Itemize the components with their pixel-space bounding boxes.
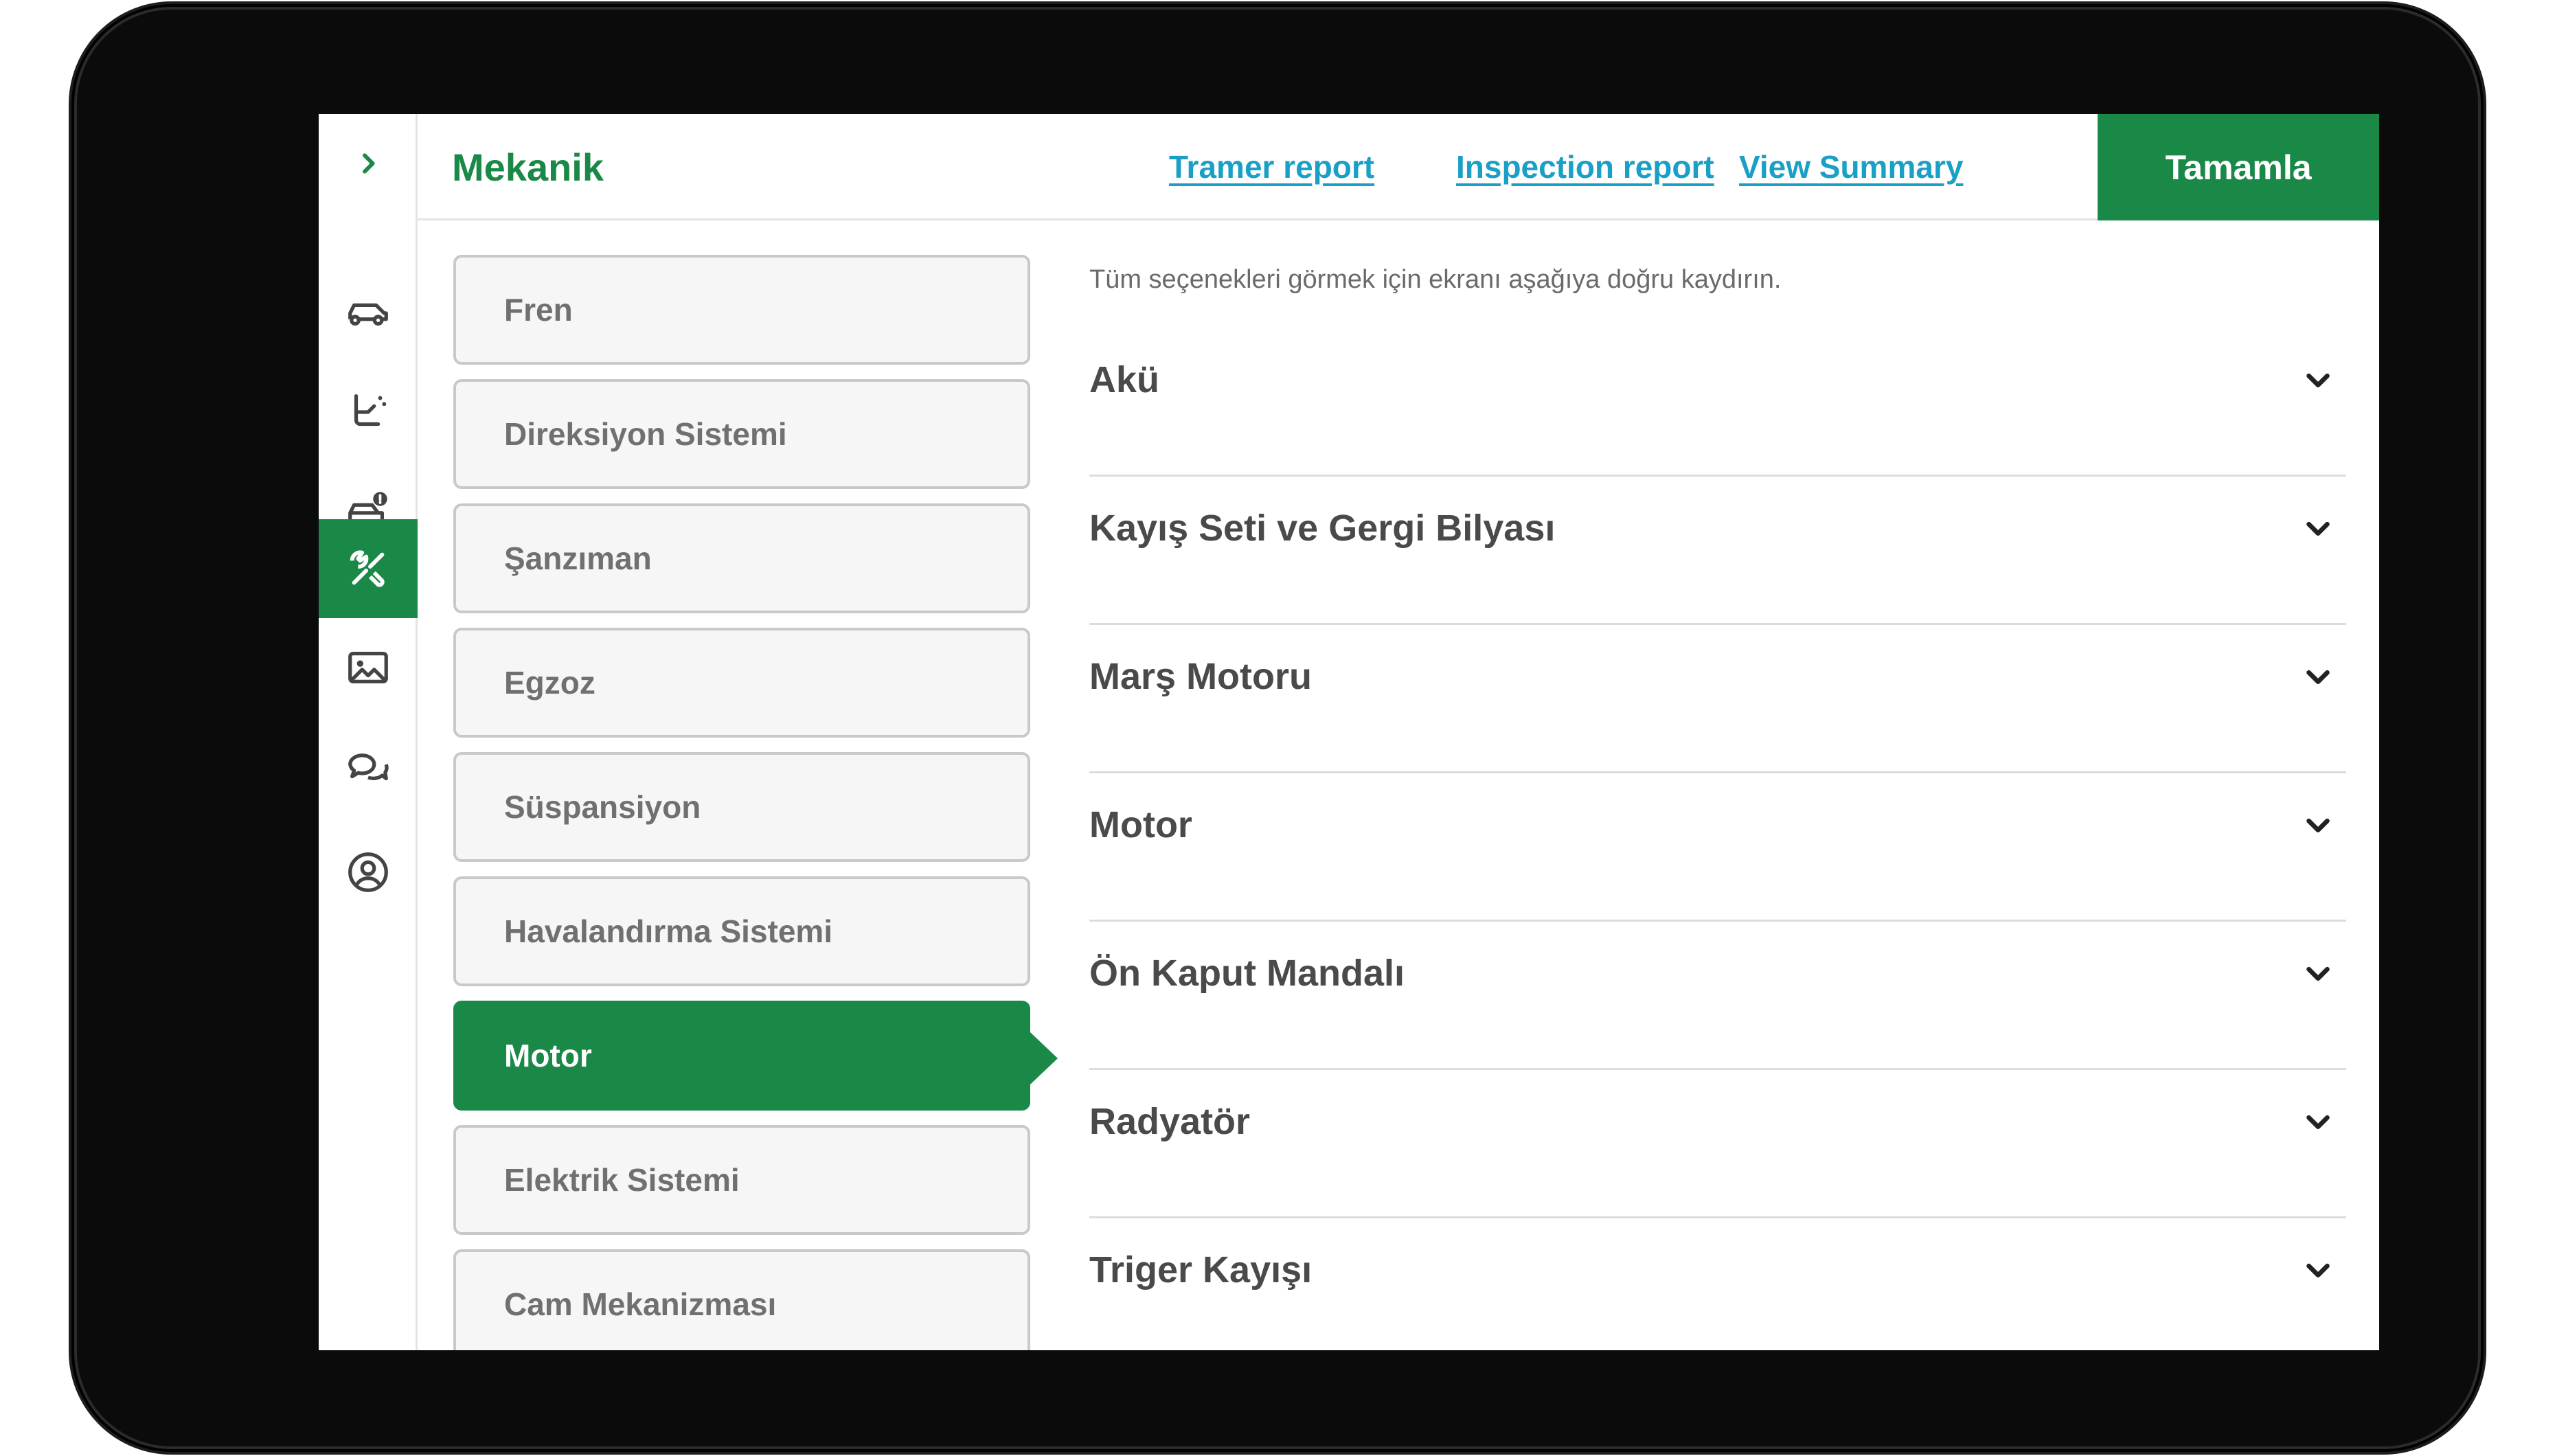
sidebar-item-interior[interactable] (319, 363, 418, 462)
tablet-frame: Mekanik Tramer report Inspection report … (69, 1, 2486, 1455)
user-icon (348, 852, 388, 892)
page-title: Mekanik (452, 146, 604, 189)
car-icon (348, 303, 388, 326)
sidebar-item-mechanic[interactable] (319, 519, 418, 618)
accordion-label: Motor (1089, 804, 1192, 845)
page-header: Mekanik Tramer report Inspection report … (418, 114, 2379, 220)
sidebar-item-vehicle[interactable] (319, 264, 418, 363)
chevron-down-icon (2306, 1263, 2330, 1278)
chevron-right-icon (363, 153, 375, 174)
image-icon (348, 651, 388, 684)
chevron-down-icon (2306, 521, 2330, 536)
chevron-down-icon (2306, 818, 2330, 833)
accordion-item[interactable]: Marş Motoru (1089, 625, 2346, 773)
category-item-sanziman[interactable]: Şanzıman (453, 503, 1030, 613)
sidebar-item-photos[interactable] (319, 618, 418, 717)
chevron-down-icon (2306, 966, 2330, 981)
category-item-direksiyon[interactable]: Direksiyon Sistemi (453, 379, 1030, 489)
accordion-item[interactable]: Akü (1089, 328, 2346, 477)
accordion-item[interactable]: Radyatör (1089, 1070, 2346, 1218)
view-summary-link[interactable]: View Summary (1739, 114, 1963, 220)
category-item-suspansiyon[interactable]: Süspansiyon (453, 752, 1030, 862)
category-item-elektrik[interactable]: Elektrik Sistemi (453, 1125, 1030, 1235)
accordion-label: Triger Kayışı (1089, 1249, 1313, 1290)
accordion-item[interactable]: Triger Kayışı (1089, 1218, 2346, 1350)
category-item-egzoz[interactable]: Egzoz (453, 628, 1030, 738)
accordion-item[interactable]: Ön Kaput Mandalı (1089, 922, 2346, 1070)
sidebar-item-profile[interactable] (319, 823, 418, 922)
accordion-label: Marş Motoru (1089, 656, 1312, 697)
accordion-label: Radyatör (1089, 1101, 1251, 1142)
complete-button[interactable]: Tamamla (2098, 114, 2379, 220)
chevron-down-icon (2306, 373, 2330, 388)
chat-icon (348, 753, 389, 781)
category-item-cam[interactable]: Cam Mekanizması (453, 1249, 1030, 1350)
accordion-item[interactable]: Motor (1089, 773, 2346, 922)
accordion-item[interactable]: Kayış Seti ve Gergi Bilyası (1089, 477, 2346, 625)
app-screen: Mekanik Tramer report Inspection report … (319, 114, 2379, 1350)
category-item-motor[interactable]: Motor (453, 1001, 1058, 1111)
accordion-label: Akü (1089, 359, 1160, 400)
inspection-report-link[interactable]: Inspection report (1456, 114, 1714, 220)
accordion-label: Ön Kaput Mandalı (1089, 953, 1405, 994)
category-item-fren[interactable]: Fren (453, 255, 1030, 365)
chevron-down-icon (2306, 1115, 2330, 1130)
tramer-report-link[interactable]: Tramer report (1169, 114, 1374, 220)
sidebar-item-comments[interactable] (319, 717, 418, 816)
accordion-label: Kayış Seti ve Gergi Bilyası (1089, 508, 1556, 549)
category-item-havalandirma[interactable]: Havalandırma Sistemi (453, 876, 1030, 986)
chevron-down-icon (2306, 670, 2330, 685)
expand-sidebar-button[interactable] (319, 114, 418, 213)
scroll-hint: Tüm seçenekleri görmek için ekranı aşağı… (1089, 265, 1782, 294)
tools-icon (350, 550, 385, 587)
car-seat-icon (354, 394, 387, 426)
sidebar-rail (319, 114, 418, 1350)
